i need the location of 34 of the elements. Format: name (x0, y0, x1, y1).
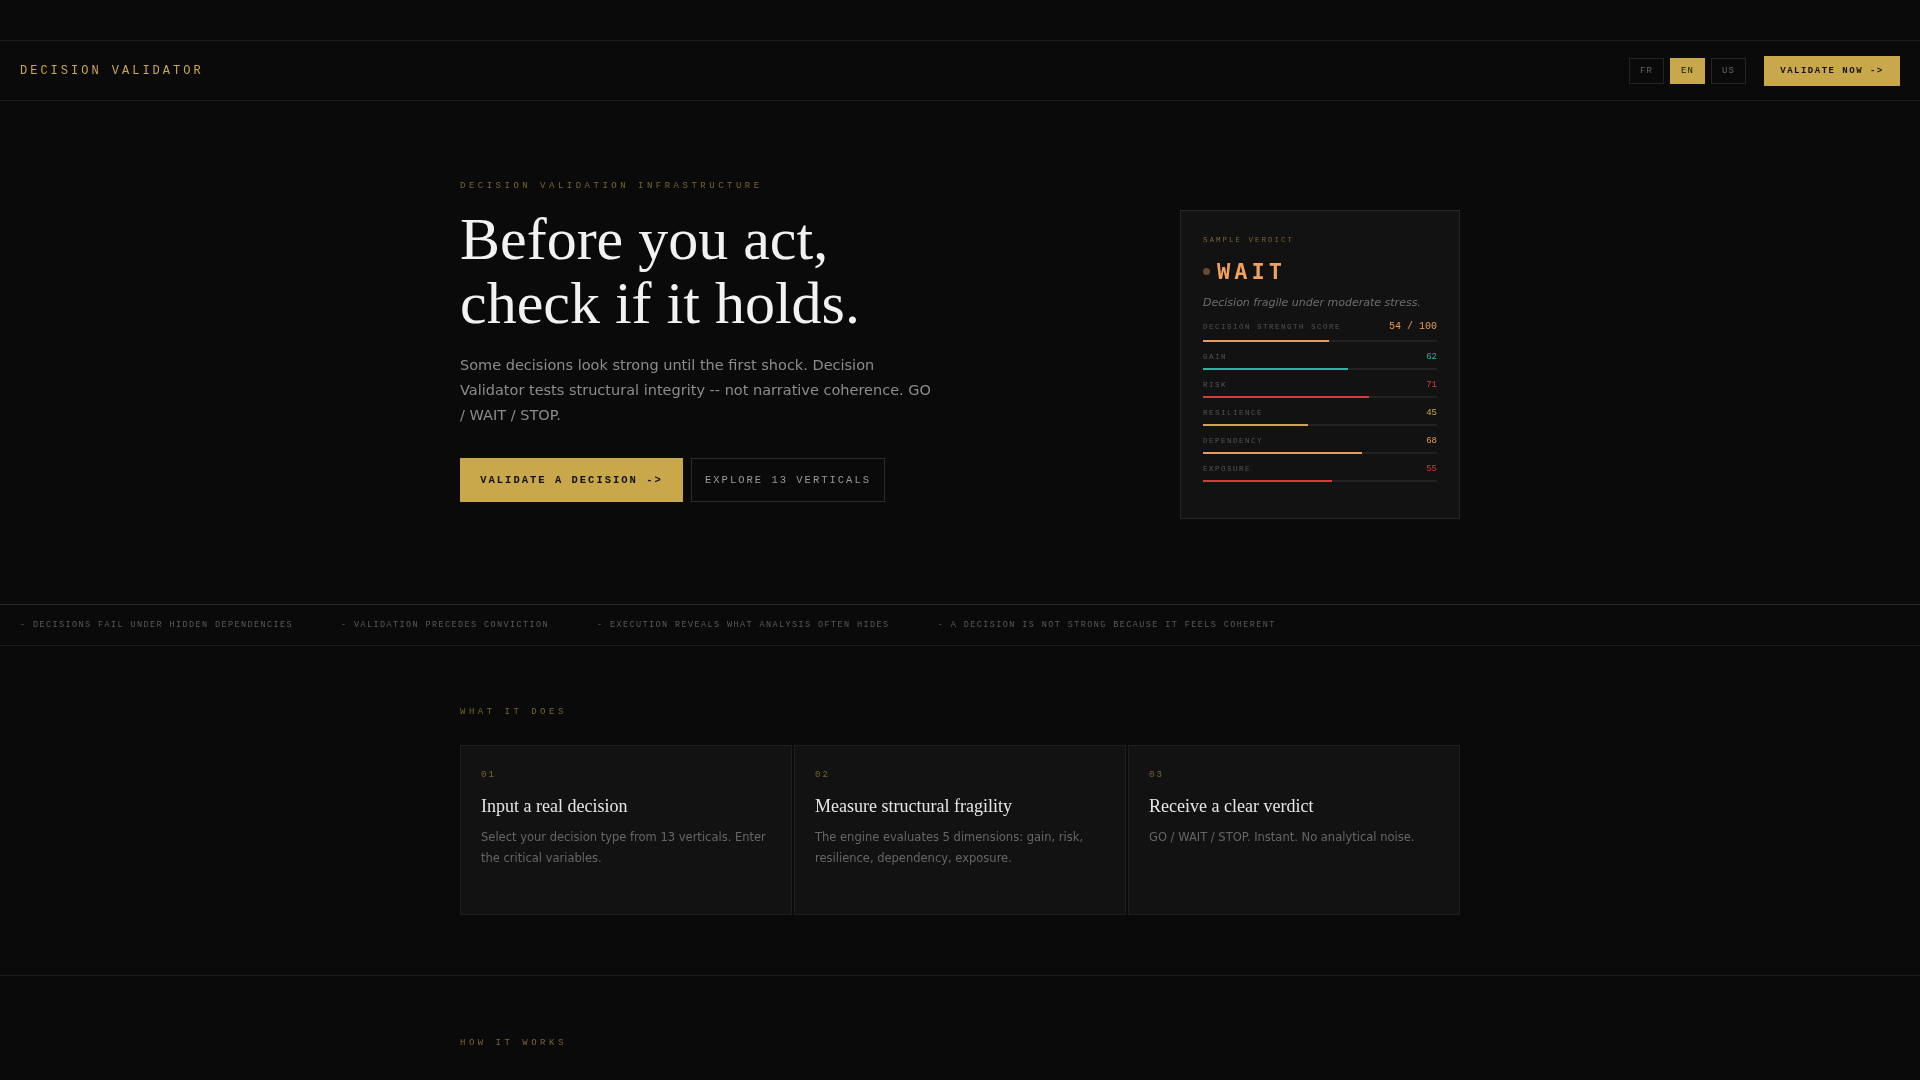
section-label: WHAT IT DOES (460, 707, 568, 717)
score-value: 54 / 100 (1389, 321, 1437, 332)
verdict-text: WAIT (1217, 259, 1286, 284)
ticker-text: - A DECISION IS NOT STRONG BECAUSE IT FEELS COHERENT (937, 620, 1276, 630)
ticker-text: - VALIDATION PRECEDES CONVICTION (341, 620, 550, 630)
eyebrow-label: DECISION VALIDATION INFRASTRUCTURE (460, 181, 764, 191)
feature-title: Receive a clear verdict (1149, 796, 1315, 817)
feature-title: Measure structural fragility (815, 796, 1013, 817)
step-number: 02 (815, 770, 831, 780)
language-button[interactable]: EN (1670, 57, 1705, 84)
step-number: 01 (481, 770, 497, 780)
hero-description: Some decisions look strong until the first shock. Decision Validator tests structural integrity -- not narrative coherence. GO / WAIT / STOP. (460, 356, 932, 425)
metric-value: 68 (1426, 436, 1437, 446)
feature-title: Input a real decision (481, 796, 629, 817)
metric-value: 71 (1426, 380, 1437, 390)
metric-value: 55 (1426, 464, 1437, 474)
language-button[interactable]: US (1711, 57, 1746, 84)
feature-text: The engine evaluates 5 dimensions: gain, risk, resilience, dependency, exposure. (815, 829, 1085, 867)
ticker-text: - EXECUTION REVEALS WHAT ANALYSIS OFTEN HIDES (597, 620, 890, 630)
metric-value: 62 (1426, 352, 1437, 362)
status-dot (1203, 268, 1210, 275)
feature-text: Select your decision type from 13 verticals. Enter the critical variables. (481, 829, 767, 867)
verdict-note: Decision fragile under moderate stress. (1203, 296, 1422, 309)
metric-value: 45 (1426, 408, 1437, 418)
feature-text: GO / WAIT / STOP. Instant. No analytical noise. (1149, 829, 1416, 846)
step-number: 03 (1149, 770, 1165, 780)
language-button[interactable]: FR (1629, 57, 1664, 84)
validate-decision-button[interactable]: VALIDATE A DECISION -> (460, 458, 683, 502)
validate-now-button[interactable]: VALIDATE NOW -> (1764, 55, 1900, 86)
ticker-text: - DECISIONS FAIL UNDER HIDDEN DEPENDENCIES (20, 620, 294, 630)
brand-name[interactable]: DECISION VALIDATOR (20, 63, 204, 78)
section-label: HOW IT WORKS (460, 1038, 568, 1048)
explore-verticals-button[interactable]: EXPLORE 13 VERTICALS (691, 458, 885, 502)
hero-heading: Before you act, check if it holds. (460, 207, 861, 335)
